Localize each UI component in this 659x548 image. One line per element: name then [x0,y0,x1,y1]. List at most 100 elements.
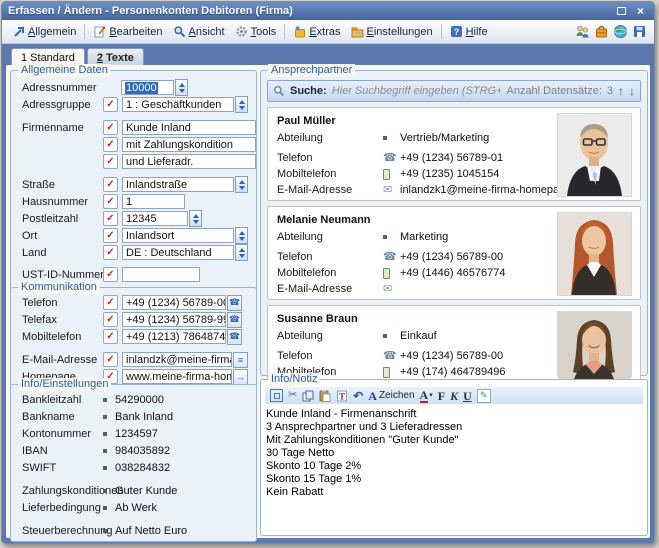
land-input[interactable]: DE : Deutschland [122,245,234,260]
search-input[interactable]: Hier Suchbegriff eingeben (STRG+S) [332,85,502,97]
italic-button[interactable]: K [450,390,458,402]
web-button[interactable] [613,24,628,39]
ort-checkbox[interactable]: ✓ [103,228,118,243]
firmenname2-input[interactable]: mit Zahlungskondition [122,137,256,152]
telefax-input[interactable]: +49 (1234) 56789-99 [122,312,226,327]
form-row: Hausnummer ✓ 1 [11,193,256,210]
telefon-label: Telefon [277,350,383,362]
group-title: Ansprechpartner [268,64,355,77]
contact-photo [557,311,632,377]
strasse-input[interactable]: Inlandstraße [122,177,234,192]
menu-einstellungen[interactable]: Einstellungen [346,23,438,40]
firmenname3-checkbox[interactable]: ✓ [103,154,118,169]
menu-hilfe[interactable]: ? Hilfe [445,23,493,40]
prev-record-button[interactable]: ↑ [618,85,624,97]
ustid-input[interactable] [122,267,200,282]
titlebar[interactable]: Erfassen / Ändern - Personenkonten Debit… [2,2,654,20]
info-value: Auf Netto Euro [115,525,187,537]
telefon-input[interactable]: +49 (1234) 56789-00 [122,295,226,310]
check-icon: ✓ [106,214,114,224]
land-checkbox[interactable]: ✓ [103,245,118,260]
arrow-right-icon: → [236,372,245,382]
copy-icon[interactable] [302,390,314,402]
plz-input[interactable]: 12345 [122,211,188,226]
info-value: 038284832 [115,462,170,474]
font-color-button[interactable]: A▾ [420,389,433,403]
firmenname1-input[interactable]: Kunde Inland [122,120,256,135]
contact-search-bar[interactable]: Suche: Hier Suchbegriff eingeben (STRG+S… [267,80,641,102]
phone-icon: ☎ [383,252,400,262]
ustid-checkbox[interactable]: ✓ [103,267,118,282]
help-icon: ? [450,25,463,38]
plz-spinner[interactable] [189,210,202,227]
info-value: Bank Inland [115,411,173,423]
hausnummer-checkbox[interactable]: ✓ [103,194,118,209]
group-title: Allgemeine Daten [18,64,111,77]
menu-separator [284,24,285,39]
close-button[interactable]: × [633,5,648,18]
mobiltelefon-dial-button[interactable]: ☎ [227,329,242,345]
email-input[interactable]: inlandzk@meine-firma-homepage.de [122,352,232,367]
note-text-area[interactable]: Kunde Inland - Firmenanschrift 3 Ansprec… [266,408,642,499]
select-all-icon[interactable] [270,389,283,402]
underline-button[interactable]: U [463,390,472,402]
menu-extras[interactable]: Extras [288,23,345,40]
mobiltelefon-label: Mobiltelefon [277,168,383,180]
mobiltelefon-input[interactable]: +49 (1213) 7864874 [122,329,226,344]
land-spinner[interactable] [235,244,248,261]
char-format-button[interactable]: AZeichen [368,390,414,402]
save-button[interactable] [632,24,647,39]
hausnummer-input[interactable]: 1 [122,194,185,209]
firmenname3-input[interactable]: und Lieferadr. [122,154,256,169]
adressnummer-input[interactable]: 10000 [121,80,174,95]
edit-note-button[interactable]: ✎ [477,389,491,403]
adressgruppe-checkbox[interactable]: ✓ [103,97,118,112]
plz-checkbox[interactable]: ✓ [103,211,118,226]
package-button[interactable] [594,24,609,39]
contact-card[interactable]: Paul Müller Abteilung Vertrieb/Marketing… [267,107,641,201]
contacts-sync-button[interactable] [575,24,590,39]
menu-tools[interactable]: Tools [230,23,282,40]
telefon-checkbox[interactable]: ✓ [103,295,118,310]
firmenname1-checkbox[interactable]: ✓ [103,120,118,135]
telefax-dial-button[interactable]: ☎ [227,312,242,328]
phone-icon: ☎ [229,314,240,325]
app-window: Erfassen / Ändern - Personenkonten Debit… [1,1,655,544]
adressgruppe-input[interactable]: 1 : Geschäftkunden [122,97,234,112]
restore-button[interactable] [614,5,629,18]
telefon-dial-button[interactable]: ☎ [227,295,242,311]
form-row: E-Mail-Adresse ✓ inlandzk@meine-firma-ho… [11,351,256,368]
adressgruppe-spinner[interactable] [235,96,248,113]
menu-bearbeiten[interactable]: Bearbeiten [88,23,167,40]
phone-icon: ☎ [229,297,240,308]
check-icon: ✓ [106,315,114,325]
ort-spinner[interactable] [235,227,248,244]
homepage-input[interactable]: www.meine-firma-homepage.de [122,369,232,384]
spinner-up-icon [193,214,199,218]
contact-card[interactable]: Melanie Neumann Abteilung Marketing Tele… [267,206,641,300]
adressnummer-spinner[interactable] [175,79,188,96]
ort-input[interactable]: Inlandsort [122,228,234,243]
undo-icon[interactable]: ↶ [353,390,363,402]
homepage-open-button[interactable]: → [233,369,248,385]
form-row: ✓ und Lieferadr. [11,153,256,170]
bold-button[interactable]: F [438,390,445,402]
menu-ansicht[interactable]: Ansicht [168,23,230,40]
paste-icon[interactable] [319,390,331,402]
cut-icon[interactable]: ✂ [288,390,297,401]
email-send-button[interactable]: ≡ [233,352,248,368]
check-icon: ✓ [106,180,114,190]
mobiltelefon-value: +49 (174) 464789496 [400,366,506,378]
menu-allgemein[interactable]: Allgemein [7,23,81,40]
strasse-spinner[interactable] [235,176,248,193]
font-a-glyph: A [368,390,377,402]
next-record-button[interactable]: ↓ [629,85,635,97]
group-info-notiz: Info/Notiz ✂ T ↶ AZeichen A▾ F K U ✎ Kun… [260,379,648,536]
contact-card[interactable]: Susanne Braun Abteilung Einkauf Telefon … [267,305,641,381]
font-page-icon[interactable]: T [336,390,348,402]
strasse-checkbox[interactable]: ✓ [103,177,118,192]
telefax-checkbox[interactable]: ✓ [103,312,118,327]
firmenname2-checkbox[interactable]: ✓ [103,137,118,152]
mobiltelefon-checkbox[interactable]: ✓ [103,329,118,344]
email-checkbox[interactable]: ✓ [103,352,118,367]
